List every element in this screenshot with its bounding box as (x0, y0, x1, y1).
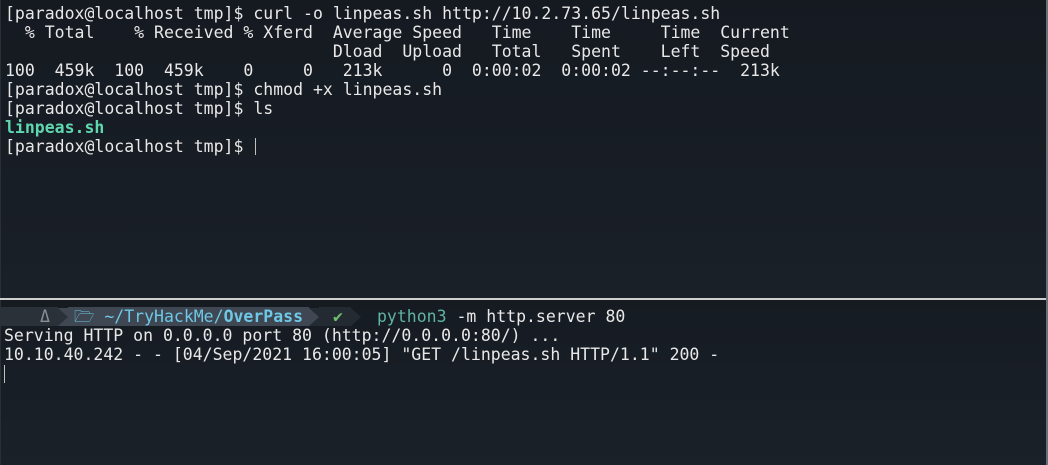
os-icon: Δ (40, 307, 50, 326)
terminal-line: Dload Upload Total Spent Left Speed (5, 42, 770, 61)
terminal-line: 100 459k 100 459k 0 0 213k 0 0:00:02 0:0… (5, 61, 780, 80)
check-icon: ✔ (333, 307, 343, 326)
terminal-prompt-line: [paradox@localhost tmp]$ (5, 137, 257, 156)
command-args: -m http.server 80 (446, 307, 626, 326)
terminal-line: [paradox@localhost tmp]$ ls (5, 99, 274, 118)
powerline-prompt: Δ 🗁 ~/TryHackMe/OverPass ✔ python3 -m ht… (0, 307, 625, 326)
terminal-line: [paradox@localhost tmp]$ curl -o linpeas… (5, 4, 721, 23)
segment-separator-icon (350, 307, 361, 326)
terminal-line: [paradox@localhost tmp]$ chmod +x linpea… (5, 80, 443, 99)
folder-icon: 🗁 (73, 307, 95, 326)
terminal-line: Serving HTTP on 0.0.0.0 port 80 (http://… (4, 326, 561, 345)
dir-current: OverPass (223, 307, 304, 326)
text-cursor (4, 365, 5, 383)
terminal-pane-top[interactable]: [paradox@localhost tmp]$ curl -o linpeas… (0, 0, 1048, 298)
os-segment: Δ (0, 307, 58, 326)
terminal-line: 10.10.40.242 - - [04/Sep/2021 16:00:05] … (4, 345, 720, 364)
prompt-text: [paradox@localhost tmp]$ (5, 137, 254, 156)
segment-separator-icon (57, 307, 68, 326)
status-segment: ✔ (319, 307, 351, 326)
terminal-line: % Total % Received % Xferd Average Speed… (5, 23, 790, 42)
segment-separator-icon (309, 307, 320, 326)
command-text: python3 -m http.server 80 (377, 307, 625, 326)
dir-prefix: ~/TryHackMe/ (104, 307, 224, 326)
ls-output-file: linpeas.sh (5, 118, 105, 137)
command-name: python3 (376, 307, 447, 326)
directory-segment: 🗁 ~/TryHackMe/OverPass (67, 307, 310, 326)
text-cursor (255, 138, 257, 155)
